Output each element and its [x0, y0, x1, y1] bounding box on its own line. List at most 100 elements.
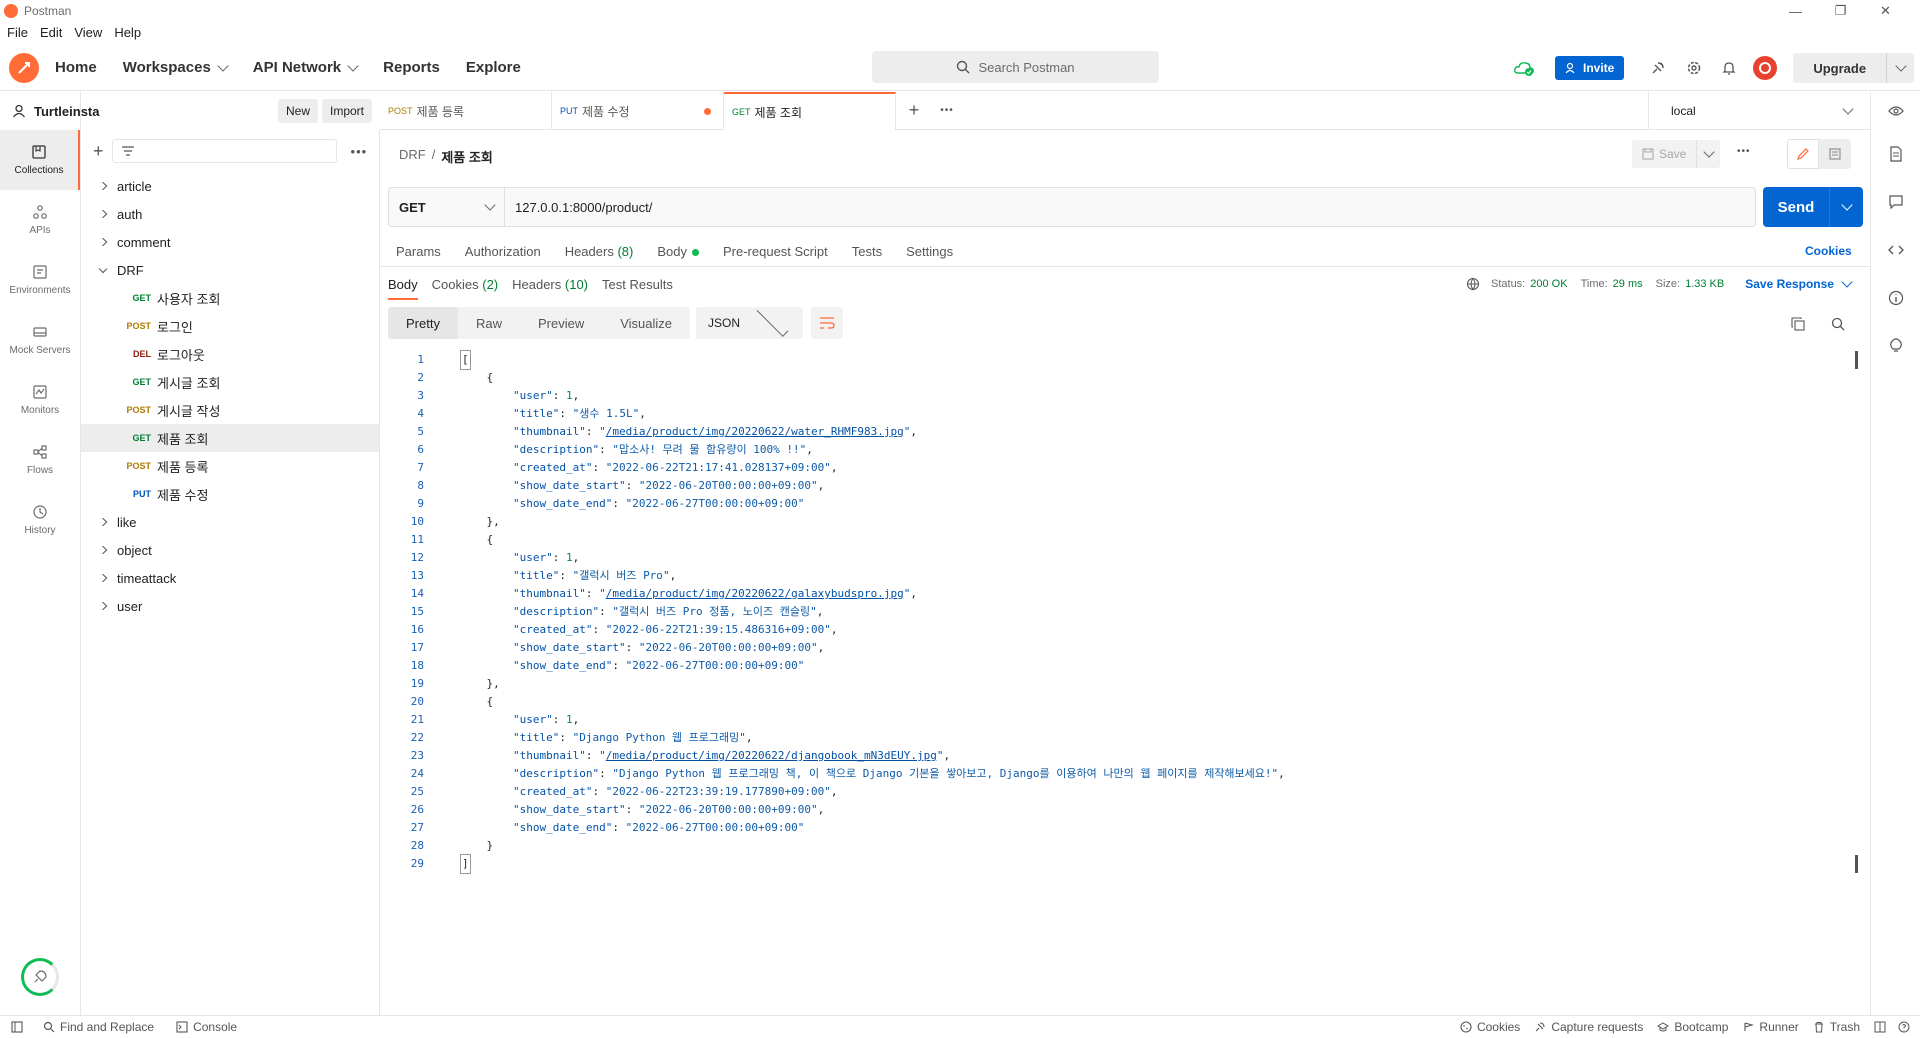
collection-folder[interactable]: timeattack: [81, 564, 379, 592]
breadcrumb-current[interactable]: 제품 조회: [441, 147, 492, 166]
lightbulb-icon[interactable]: [1871, 322, 1920, 370]
info-icon[interactable]: [1871, 274, 1920, 322]
edit-pencil-icon[interactable]: [1787, 139, 1819, 169]
documentation-icon[interactable]: [1819, 139, 1851, 169]
collection-folder[interactable]: article: [81, 172, 379, 200]
bootcamp-progress-icon[interactable]: [21, 958, 59, 996]
save-response-button[interactable]: Save Response: [1745, 277, 1834, 291]
time-value[interactable]: 29 ms: [1613, 278, 1643, 290]
nav-home[interactable]: Home: [55, 59, 97, 76]
tab-get-product-list[interactable]: GET 제품 조회: [724, 92, 896, 130]
format-select[interactable]: JSON: [696, 305, 804, 339]
console-button[interactable]: Console: [176, 1020, 237, 1034]
settings-gear-icon[interactable]: [1686, 60, 1702, 76]
rail-history[interactable]: History: [0, 490, 80, 550]
bootcamp-button[interactable]: Bootcamp: [1657, 1020, 1728, 1034]
avatar[interactable]: [1753, 56, 1778, 80]
rail-flows[interactable]: Flows: [0, 430, 80, 490]
footer-cookies-button[interactable]: Cookies: [1460, 1020, 1520, 1034]
find-and-replace-button[interactable]: Find and Replace: [43, 1020, 154, 1034]
new-tab-icon[interactable]: +: [896, 92, 932, 129]
tab-post-product-register[interactable]: POST 제품 등록: [380, 92, 552, 130]
search-input[interactable]: Search Postman: [872, 51, 1159, 83]
rail-monitors[interactable]: Monitors: [0, 370, 80, 430]
request-item[interactable]: DEL 로그아웃: [81, 340, 379, 368]
scrollbar-top[interactable]: [1855, 351, 1858, 369]
nav-workspaces[interactable]: Workspaces: [123, 59, 229, 76]
globe-icon[interactable]: [1466, 277, 1480, 291]
collection-folder[interactable]: object: [81, 536, 379, 564]
restore-icon[interactable]: ❐: [1818, 0, 1863, 22]
view-visualize[interactable]: Visualize: [602, 307, 690, 339]
method-select[interactable]: GET: [389, 188, 505, 226]
request-item[interactable]: GET 제품 조회: [81, 424, 379, 452]
eye-icon[interactable]: [1871, 92, 1920, 130]
filter-input[interactable]: [111, 139, 337, 163]
nav-api-network[interactable]: API Network: [253, 59, 359, 76]
tab-put-product-edit[interactable]: PUT 제품 수정: [552, 92, 724, 130]
upgrade-button[interactable]: Upgrade: [1793, 53, 1915, 83]
collection-folder[interactable]: auth: [81, 200, 379, 228]
close-icon[interactable]: ✕: [1863, 0, 1908, 22]
environment-select[interactable]: local: [1648, 92, 1870, 129]
request-item[interactable]: PUT 제품 수정: [81, 480, 379, 508]
minimize-icon[interactable]: —: [1773, 0, 1818, 22]
invite-button[interactable]: Invite: [1555, 56, 1625, 80]
documentation-panel-icon[interactable]: [1871, 130, 1920, 178]
view-raw[interactable]: Raw: [458, 307, 520, 339]
chevron-down-icon[interactable]: [1841, 276, 1853, 288]
tab-settings[interactable]: Settings: [906, 244, 953, 259]
request-options-icon[interactable]: •••: [1737, 146, 1751, 157]
response-tab-cookies[interactable]: Cookies (2): [432, 277, 498, 300]
collection-folder[interactable]: user: [81, 592, 379, 620]
import-button[interactable]: Import: [322, 99, 373, 123]
capture-requests-button[interactable]: Capture requests: [1534, 1020, 1643, 1034]
tab-tests[interactable]: Tests: [852, 244, 882, 259]
tab-headers[interactable]: Headers (8): [565, 244, 634, 259]
tab-params[interactable]: Params: [396, 244, 441, 259]
tab-body[interactable]: Body: [657, 244, 699, 259]
cookies-link[interactable]: Cookies: [1805, 244, 1852, 258]
view-preview[interactable]: Preview: [520, 307, 602, 339]
response-body-code[interactable]: 1[2 {3 "user": 1,4 "title": " 생수 1.5L ", 5 …: [388, 350, 1848, 874]
add-collection-icon[interactable]: +: [93, 141, 104, 162]
two-pane-icon[interactable]: [1874, 1021, 1886, 1033]
send-button[interactable]: Send: [1763, 187, 1863, 227]
menu-file[interactable]: File: [7, 25, 28, 40]
collection-folder[interactable]: comment: [81, 228, 379, 256]
menu-view[interactable]: View: [74, 25, 102, 40]
nav-reports[interactable]: Reports: [383, 59, 440, 76]
new-button[interactable]: New: [278, 99, 319, 123]
request-item[interactable]: POST 로그인: [81, 312, 379, 340]
status-value[interactable]: 200 OK: [1530, 278, 1567, 290]
wrap-lines-icon[interactable]: [811, 307, 844, 339]
nav-explore[interactable]: Explore: [466, 59, 521, 76]
copy-icon[interactable]: [1791, 317, 1805, 331]
trash-button[interactable]: Trash: [1813, 1020, 1860, 1034]
menu-help[interactable]: Help: [114, 25, 141, 40]
tab-options-icon[interactable]: •••: [932, 92, 962, 129]
tab-authorization[interactable]: Authorization: [465, 244, 541, 259]
scrollbar-bottom[interactable]: [1855, 855, 1858, 873]
comments-icon[interactable]: [1871, 178, 1920, 226]
rail-environments[interactable]: Environments: [0, 250, 80, 310]
rail-apis[interactable]: APIs: [0, 190, 80, 250]
tab-pre-request-script[interactable]: Pre-request Script: [723, 244, 828, 259]
rail-collections[interactable]: Collections: [0, 130, 80, 190]
breadcrumb-parent[interactable]: DRF: [399, 147, 426, 166]
view-pretty[interactable]: Pretty: [388, 307, 458, 339]
rail-mock-servers[interactable]: Mock Servers: [0, 310, 80, 370]
response-tab-body[interactable]: Body: [388, 277, 418, 300]
request-item[interactable]: POST 제품 등록: [81, 452, 379, 480]
menu-edit[interactable]: Edit: [40, 25, 62, 40]
sync-cloud-icon[interactable]: [1513, 59, 1535, 77]
more-options-icon[interactable]: •••: [351, 144, 368, 159]
size-value[interactable]: 1.33 KB: [1685, 278, 1724, 290]
save-button[interactable]: Save: [1632, 140, 1721, 168]
request-item[interactable]: GET 게시글 조회: [81, 368, 379, 396]
notifications-bell-icon[interactable]: [1721, 60, 1737, 76]
toggle-sidebar-icon[interactable]: [11, 1021, 23, 1033]
folder-drf[interactable]: DRF: [81, 256, 379, 284]
save-dropdown[interactable]: [1696, 140, 1720, 168]
code-snippet-icon[interactable]: [1871, 226, 1920, 274]
